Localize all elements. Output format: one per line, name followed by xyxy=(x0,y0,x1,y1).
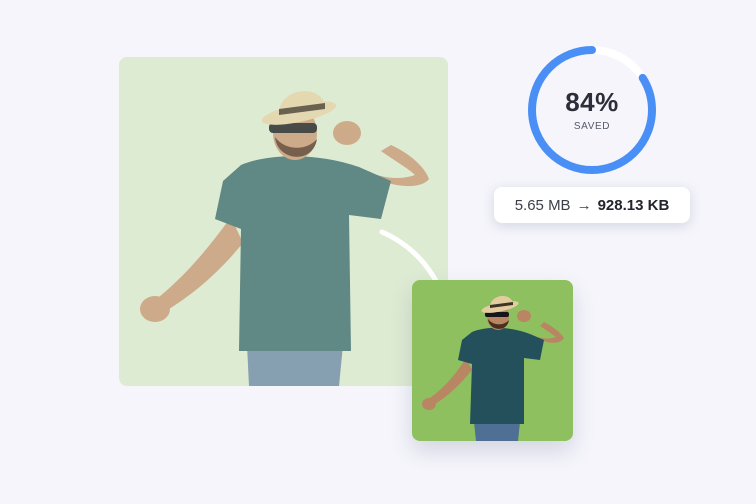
original-size: 5.65 MB xyxy=(514,196,571,214)
file-size-comparison: 5.65 MB → 928.13 KB xyxy=(494,187,690,223)
compressed-photo xyxy=(422,296,564,441)
savings-percent: 84% xyxy=(565,86,619,117)
compressed-image-card xyxy=(412,280,573,441)
savings-gauge: 84% SAVED xyxy=(526,44,658,176)
size-arrow-icon: → xyxy=(576,196,592,214)
savings-label: SAVED xyxy=(573,120,611,132)
gauge-text: 84% SAVED xyxy=(526,44,658,176)
compressed-size: 928.13 KB xyxy=(597,196,670,214)
